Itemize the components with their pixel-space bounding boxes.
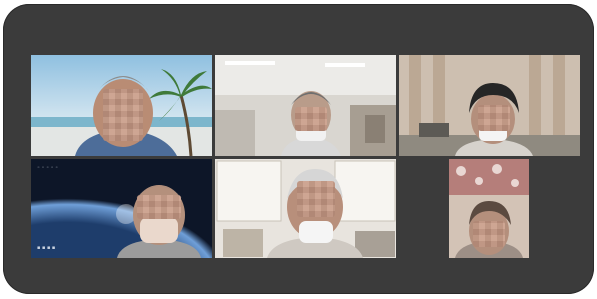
video-feed-earth-space [31,159,212,258]
participant-tile-3[interactable] [399,55,580,156]
participant-tile-4[interactable]: ◦ ◦ ◦ ◦ ◦ ▪ ▪ ▪ ▪ [31,159,212,258]
wallpaper-widget-top: ◦ ◦ ◦ ◦ ◦ [37,165,59,171]
wallpaper-widget-bottom: ▪ ▪ ▪ ▪ [37,245,56,251]
participant-grid: ◦ ◦ ◦ ◦ ◦ ▪ ▪ ▪ ▪ [31,55,580,258]
face-blur-mosaic [297,181,335,217]
face-blur-mosaic [295,107,327,131]
video-call-window: ◦ ◦ ◦ ◦ ◦ ▪ ▪ ▪ ▪ [3,4,594,294]
participant-tile-1[interactable] [31,55,212,156]
participant-tile-6[interactable] [399,159,580,258]
face-blur-mosaic [473,221,505,247]
video-feed-office [215,55,396,156]
face-blur-mosaic [103,89,143,141]
face-blur-mosaic [478,105,510,131]
participant-tile-5[interactable] [215,159,396,258]
participant-tile-2[interactable] [215,55,396,156]
face-blur-mosaic [137,195,181,219]
